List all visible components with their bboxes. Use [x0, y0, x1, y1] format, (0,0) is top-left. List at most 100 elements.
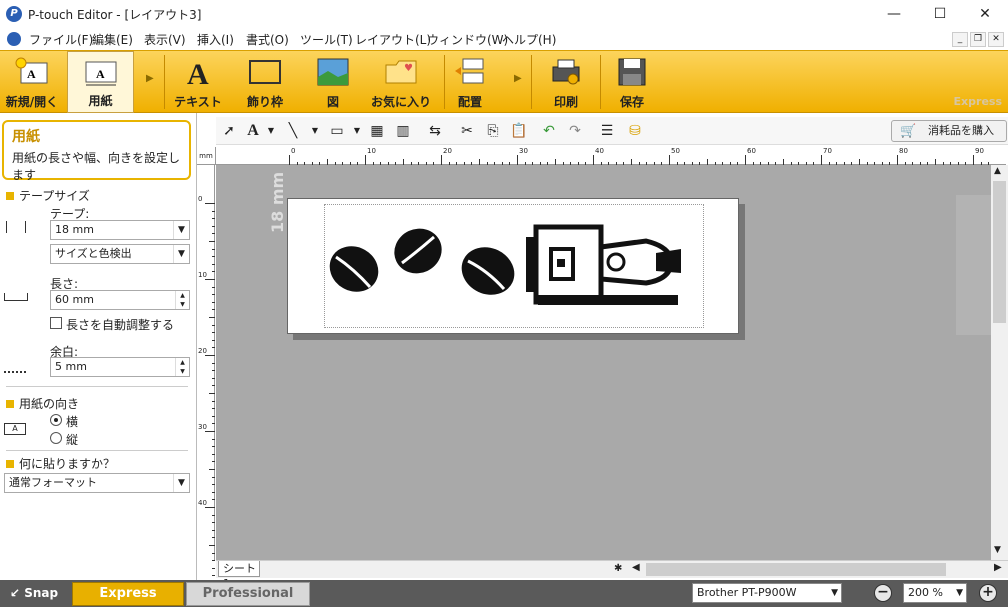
snap-button[interactable]: ↙ Snap — [0, 580, 68, 607]
ruler-tick — [212, 294, 215, 296]
text-button[interactable]: A テキスト — [167, 51, 229, 113]
database-icon[interactable]: ⛁ — [626, 122, 644, 140]
mdi-minimize-icon[interactable]: _ — [952, 32, 968, 47]
close-button[interactable]: ✕ — [962, 0, 1008, 28]
zoom-select[interactable]: 200 % ▼ — [903, 583, 967, 603]
ruler-tick — [973, 155, 974, 165]
cut-icon[interactable]: ✂ — [458, 122, 476, 140]
ruler-tick — [212, 529, 215, 531]
portrait-label: 縦 — [66, 433, 79, 447]
save-button[interactable]: 保存 — [602, 51, 662, 113]
menu-edit[interactable]: 編集(E) — [92, 31, 133, 48]
rectangle-tool-icon[interactable]: ▭ — [328, 122, 346, 140]
professional-mode-button[interactable]: Professional — [186, 582, 310, 606]
transfer-icon[interactable]: ⇆ — [426, 122, 444, 140]
landscape-radio[interactable] — [50, 414, 62, 426]
align-icon[interactable]: ☰ — [598, 122, 616, 140]
sheet-tab[interactable]: シート1 — [218, 561, 260, 590]
portrait-radio[interactable] — [50, 432, 62, 444]
horizontal-scroll-thumb[interactable] — [646, 563, 946, 576]
maximize-button[interactable]: ☐ — [917, 0, 963, 28]
ruler-tick — [212, 362, 215, 364]
text-tool-icon[interactable]: A — [244, 122, 262, 140]
svg-text:A: A — [187, 58, 209, 87]
scroll-thumb[interactable] — [993, 181, 1006, 323]
new-open-button[interactable]: A 新規/開く — [0, 51, 64, 113]
hint-box: 用紙 用紙の長さや幅、向きを設定します — [2, 120, 191, 182]
ruler-tick — [593, 155, 594, 165]
zoom-in-icon[interactable]: + — [979, 584, 997, 602]
tape-width-select[interactable]: 18 mm ▼ — [50, 220, 190, 240]
tape-size-section: テープサイズ — [6, 187, 90, 204]
hint-title: 用紙 — [12, 129, 40, 145]
coffee-illustration[interactable] — [326, 217, 706, 317]
minimize-button[interactable]: — — [871, 0, 917, 28]
menu-format[interactable]: 書式(O) — [246, 31, 289, 48]
spinner-arrows-icon[interactable]: ▲ ▼ — [175, 291, 189, 309]
ruler-label: 50 — [671, 147, 680, 155]
redo-icon[interactable]: ↷ — [566, 122, 584, 140]
length-input[interactable]: 60 mm ▲ ▼ — [50, 290, 190, 310]
menu-file[interactable]: ファイル(F) — [29, 31, 93, 48]
format-select[interactable]: 通常フォーマット ▼ — [4, 473, 190, 493]
vertical-scrollbar[interactable]: ▲ ▼ — [991, 165, 1008, 560]
menu-tools[interactable]: ツール(T) — [300, 31, 353, 48]
ruler-tick — [209, 393, 215, 394]
undo-icon[interactable]: ↶ — [540, 122, 558, 140]
print-button[interactable]: 印刷 — [534, 51, 598, 113]
landscape-label: 横 — [66, 415, 79, 429]
ruler-tick — [745, 155, 746, 165]
paper-button[interactable]: A 用紙 — [67, 51, 134, 113]
detect-select[interactable]: サイズと色検出 ▼ — [50, 244, 190, 264]
select-arrow-icon[interactable]: ➚ — [220, 122, 238, 140]
add-sheet-icon[interactable]: ✱ — [614, 563, 622, 574]
zoom-out-icon[interactable]: − — [874, 584, 892, 602]
auto-length-checkbox[interactable] — [50, 317, 62, 329]
spinner-arrows-icon[interactable]: ▲ ▼ — [175, 358, 189, 376]
frame-button[interactable]: 飾り枠 — [232, 51, 298, 113]
ruler-label: 30 — [519, 147, 528, 155]
chevron-down-icon[interactable]: ▼ — [173, 221, 189, 239]
coffee-grinder-icon — [526, 224, 681, 305]
barcode-icon[interactable]: ▥ — [394, 122, 412, 140]
table-icon[interactable]: ▦ — [368, 122, 386, 140]
scroll-up-icon[interactable]: ▲ — [994, 166, 1001, 176]
layout-canvas[interactable]: 18 mm — [216, 165, 991, 560]
ruler-tick — [212, 537, 215, 539]
chevron-down-icon[interactable]: ▼ — [173, 245, 189, 263]
ruler-label: 0 — [291, 147, 296, 155]
chevron-down-icon[interactable]: ▼ — [831, 584, 838, 602]
menu-window[interactable]: ウィンドウ(W) — [427, 31, 508, 48]
chevron-down-icon[interactable]: ▼ — [956, 584, 963, 602]
menu-insert[interactable]: 挿入(I) — [197, 31, 234, 48]
line-tool-icon[interactable]: ╲ — [284, 122, 302, 140]
scroll-down-icon[interactable]: ▼ — [994, 545, 1001, 555]
arrange-button[interactable]: 配置 — [446, 51, 494, 113]
ruler-tick — [212, 567, 215, 569]
image-button[interactable]: 図 — [302, 51, 364, 113]
chevron-down-icon[interactable]: ▼ — [173, 474, 189, 492]
chevron-down-icon[interactable]: ▼ — [348, 122, 366, 140]
paste-icon[interactable]: 📋 — [510, 122, 528, 140]
menu-view[interactable]: 表示(V) — [144, 31, 186, 48]
mdi-restore-icon[interactable]: ❐ — [970, 32, 986, 47]
chevron-down-icon[interactable]: ▼ — [306, 122, 324, 140]
printer-select[interactable]: Brother PT-P900W ▼ — [692, 583, 842, 603]
label-tape[interactable] — [287, 198, 739, 334]
ruler-unit: mm — [197, 147, 216, 165]
mdi-close-icon[interactable]: ✕ — [988, 32, 1004, 47]
ruler-tick — [821, 155, 822, 165]
buy-consumables-button[interactable]: 🛒 消耗品を購入 — [891, 120, 1007, 142]
scroll-left-icon[interactable]: ◀ — [632, 562, 640, 573]
express-mode-button[interactable]: Express — [72, 582, 184, 606]
scroll-right-icon[interactable]: ▶ — [994, 562, 1002, 573]
margin-input[interactable]: 5 mm ▲ ▼ — [50, 357, 190, 377]
chevron-down-icon[interactable]: ▼ — [262, 122, 280, 140]
horizontal-ruler: 0 10 20 30 40 50 60 70 80 90 — [216, 147, 1006, 165]
hint-description: 用紙の長さや幅、向きを設定します — [12, 151, 181, 182]
copy-icon[interactable]: ⎘ — [484, 122, 502, 140]
favorites-button[interactable]: ♥ お気に入り — [366, 51, 436, 113]
menu-layout[interactable]: レイアウト(L) — [355, 31, 431, 48]
menu-help[interactable]: ヘルプ(H) — [502, 31, 556, 48]
auto-length-label: 長さを自動調整する — [66, 318, 175, 332]
